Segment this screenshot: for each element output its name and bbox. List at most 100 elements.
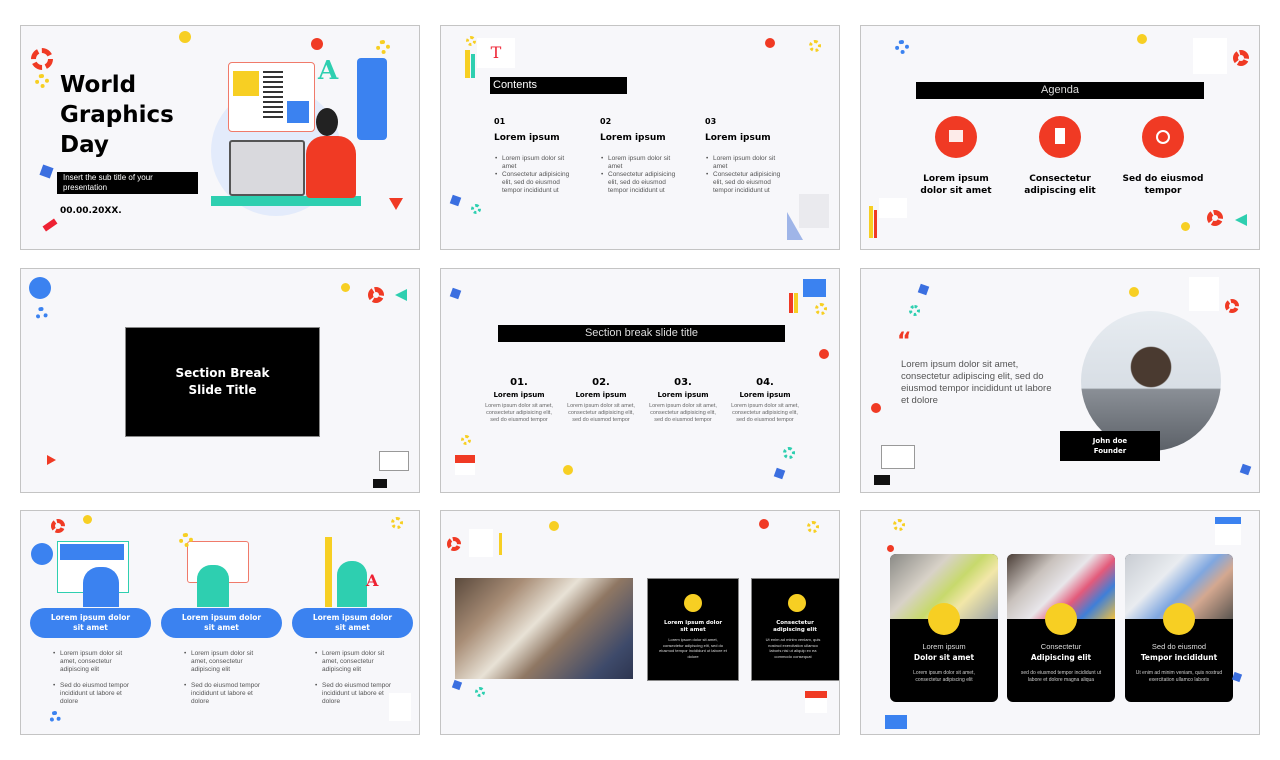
gear-icon [783,447,795,459]
gear-icon [51,519,65,533]
card-text: Ut enim ad minim veniam, quis nostrud ex… [765,637,821,659]
keyboard-icon [373,479,387,488]
quote-mark-icon: “ [897,329,912,354]
column-text: Lorem ipsum dolor sit amet, consectetur … [567,403,635,423]
gear-icon [35,307,48,320]
subtitle-box: Insert the sub title of your presentatio… [57,172,198,194]
card-title-pill: Lorem ipsum dolor sit amet [292,608,413,638]
pencil-icon [789,293,793,313]
section-title-box: Section Break Slide Title [125,327,320,437]
person-head [316,108,338,136]
person-illustration [337,561,367,607]
card-text: Lorem ipsum dolor sit amet, consectetur … [913,670,975,683]
hexagon-icon [887,545,894,552]
target-icon [1142,116,1184,158]
title-line: Graphics [60,102,174,128]
type-tool-icon: T [477,38,515,68]
lightbulb-icon [31,543,53,565]
section-heading: Section break slide title [584,327,699,339]
gear-icon [815,303,827,315]
gear-icon [35,74,49,88]
slide-thumbnail-6[interactable]: “ Lorem ipsum dolor sit amet, consectetu… [860,268,1260,493]
card-text: Ut enim ad minim veniam, quis nostrud ex… [1135,670,1223,683]
cube-illustration [799,194,829,228]
cube-icon [451,679,463,691]
slide-thumbnail-9[interactable]: Lorem ipsum Dolor sit amet Lorem ipsum d… [860,510,1260,735]
agenda-item-label: Lorem ipsum dolor sit amet [920,174,992,196]
section-title-line: Section Break [175,366,270,380]
title: World Graphics Day [60,70,174,160]
info-card: Lorem ipsum dolor sit amet Lorem ipsum d… [647,578,739,681]
column-title: Lorem ipsum [600,133,666,143]
agenda-item-label: Consectetur adipiscing elit [1024,174,1096,196]
section-title-line: Slide Title [188,383,257,397]
card-bullets: Lorem ipsum dolor sit amet, consectetur … [183,650,271,706]
feature-card: Lorem ipsum Dolor sit amet Lorem ipsum d… [890,554,998,702]
feature-card: Consectetur Adipiscing elit sed do eiusm… [1007,554,1115,702]
column-title: Lorem ipsum [575,391,627,399]
card-title-bold: Tempor incididunt [1140,653,1218,662]
slide-thumbnail-7[interactable]: A Lorem ipsum dolor sit amet Lorem ipsum… [20,510,420,735]
slide-thumbnail-1[interactable]: World Graphics Day Insert the sub title … [20,25,420,250]
column-title: Lorem ipsum [705,133,771,143]
circle-icon [1129,287,1139,297]
gear-icon [807,521,819,533]
column-number: 03. [674,377,692,388]
hexagon-icon [759,519,769,529]
globe-icon [788,594,806,612]
contents-column: 02 Lorem ipsum Lorem ipsum dolor sit ame… [600,117,685,195]
lightbulb-icon [29,277,51,299]
monitor-illustration [229,140,305,196]
card-title: Consectetur adipiscing elit [773,620,817,633]
card-title-bold: Adipiscing elit [1030,653,1092,662]
gear-icon [391,517,403,529]
agenda-heading: Agenda [1041,84,1079,96]
tablet-illustration [881,445,915,469]
team-photo [455,578,633,679]
bullet-item: Lorem ipsum dolor sit amet [495,155,579,171]
section-column: 03. Lorem ipsum Lorem ipsum dolor sit am… [649,377,717,424]
card-title-light: Consectetur [1040,642,1082,651]
cube-icon [917,283,930,296]
card-title-light: Sed do eiusmod [1151,642,1207,651]
tools-illustration [1193,38,1227,74]
section-heading-bar: Section break slide title [498,325,785,342]
gear-icon [447,537,461,551]
column-number: 01 [494,117,506,126]
slide-thumbnail-3[interactable]: Agenda Lorem ipsum dolor sit amet Consec… [860,25,1260,250]
triangle-icon [395,289,407,301]
column-bullets: Lorem ipsum dolor sit amet Consectetur a… [494,155,579,195]
card-title-pill: Lorem ipsum dolor sit amet [30,608,151,638]
pen-tool-illustration [469,529,493,557]
column-title: Lorem ipsum [494,133,560,143]
slide-thumbnail-4[interactable]: Section Break Slide Title [20,268,420,493]
bullet-item: Lorem ipsum dolor sit amet, consectetur … [53,650,140,674]
column-text: Lorem ipsum dolor sit amet, consectetur … [731,403,799,423]
slide-thumbnail-2[interactable]: T Contents 01 Lorem ipsum Lorem ipsum do… [440,25,840,250]
section-column: 02. Lorem ipsum Lorem ipsum dolor sit am… [567,377,635,424]
design-window-icon [803,279,826,297]
column-title: Lorem ipsum [493,391,545,399]
slide-thumbnail-8[interactable]: Lorem ipsum dolor sit amet Lorem ipsum d… [440,510,840,735]
bullet-item: Lorem ipsum dolor sit amet [601,155,685,171]
bullet-item: Lorem ipsum dolor sit amet [706,155,790,171]
subtitle: Insert the sub title of your presentatio… [63,173,153,192]
bullet-item: Lorem ipsum dolor sit amet, consectetur … [184,650,271,674]
tablet-illustration [379,451,409,471]
column-bullets: Lorem ipsum dolor sit amet Consectetur a… [600,155,685,195]
image-icon [287,101,309,123]
cube-icon [1231,671,1243,683]
column-text: Lorem ipsum dolor sit amet, consectetur … [485,403,553,423]
card-bullets: Lorem ipsum dolor sit amet, consectetur … [52,650,140,706]
person-illustration [197,565,229,607]
slide-thumbnail-5[interactable]: Section break slide title 01. Lorem ipsu… [440,268,840,493]
triangle-icon [1235,214,1247,226]
document-icon [1039,116,1081,158]
gear-icon [895,40,909,54]
name-badge: John doe Founder [1060,431,1160,461]
hexagon-icon [765,38,775,48]
card-title-light: Lorem ipsum [922,642,966,651]
pencil-icon [869,206,873,238]
gear-icon [1233,50,1249,66]
rocket-icon [1163,603,1195,635]
